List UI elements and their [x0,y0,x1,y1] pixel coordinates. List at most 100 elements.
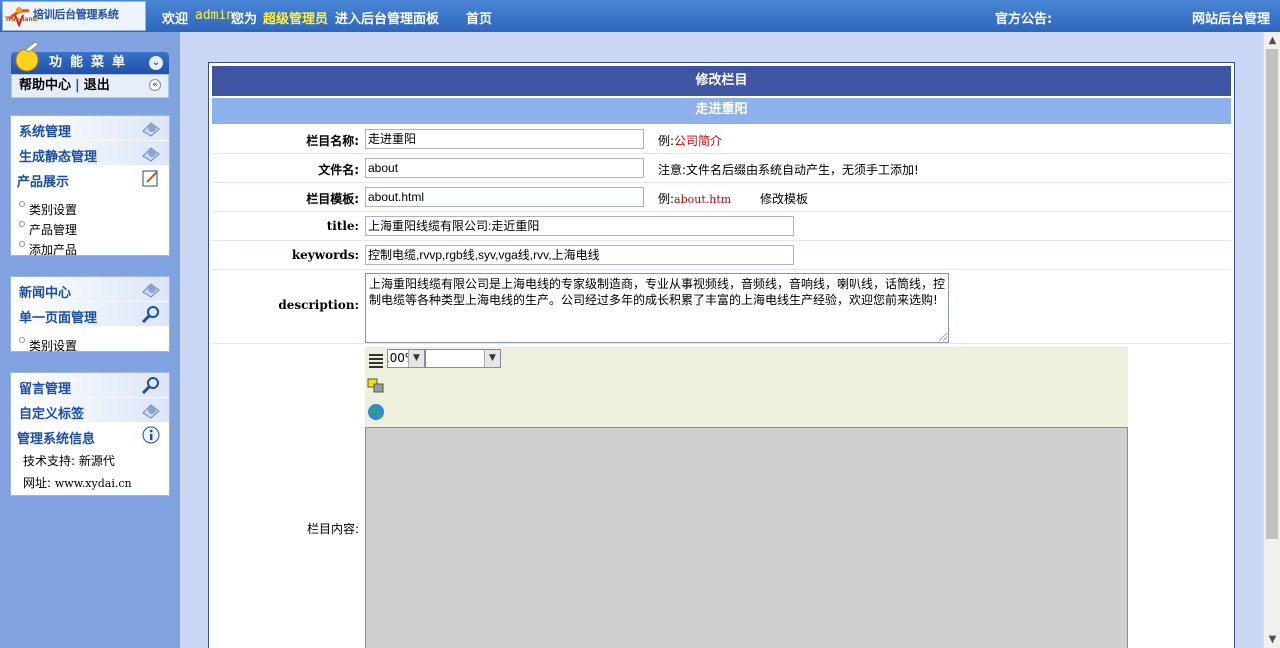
sidebar-item-label: 管理系统信息 [17,432,96,447]
scroll-down-icon[interactable]: ▼ [1264,631,1280,648]
title-label: title: [326,219,359,233]
editor-content-area[interactable] [365,427,1128,648]
sub-item-add-product[interactable]: 添加产品 [11,237,169,257]
bullet-icon [19,241,25,247]
column-name-label: 栏目名称: [306,134,359,148]
sub-item-product-manage[interactable]: 产品管理 [11,217,169,237]
sidebar-item-label: 自定义标签 [19,407,85,422]
file-name-label: 文件名: [318,163,359,177]
description-label: description: [278,298,359,312]
menu-group-misc: 留言管理 自定义标签 管理系统信息 技术支持: 新源代 网址: www.xyda… [10,372,170,496]
help-logout-bar: 帮助中心 | 退出 [11,74,169,98]
help-link[interactable]: 帮助中心 [19,78,71,93]
chevron-down-icon[interactable]: ⌄ [149,56,163,70]
zoom-select[interactable]: 100% ▼ [387,349,425,368]
scroll-thumb[interactable] [1266,49,1278,539]
welcome-text: 欢迎 [162,12,189,27]
logo[interactable]: True-land 培训后台管理系统 [2,1,146,31]
row-title: title: 上海重阳线缆有限公司:走近重阳 [212,212,1231,241]
hint-example: about.htm [674,193,732,206]
resize-grip-icon[interactable] [939,333,947,341]
username: admin [195,8,235,23]
menu-header: 功能菜单 ⌄ 帮助中心 | 退出 « [11,41,169,106]
gear-icon [142,404,160,419]
search-icon [141,377,159,395]
notice-label: 官方公告: [995,12,1053,27]
panel-subtitle: 走进重阳 [212,98,1231,124]
gear-icon [142,283,160,298]
bullet-icon [19,337,25,343]
globe-icon[interactable] [367,403,385,421]
description-textarea[interactable]: 上海重阳线缆有限公司是上海电线的专家级制造商，专业从事视频线，音频线，音响线，喇… [365,273,949,343]
separator: | [75,78,80,93]
row-keywords: keywords: 控制电缆,rvvp,rgb线,syv,vga线,rvv,上海… [212,241,1231,270]
template-input[interactable]: about.html [365,187,644,207]
hint-prefix: 例: [658,192,675,206]
sidebar-item-label: 单一页面管理 [19,311,98,326]
sidebar-item-static[interactable]: 生成静态管理 [11,141,169,166]
website-url[interactable]: www.xydai.cn [55,477,132,490]
title-input[interactable]: 上海重阳线缆有限公司:走近重阳 [365,216,794,236]
chevron-down-icon: ▼ [484,350,500,367]
tech-support: 技术支持: 新源代 [23,454,115,468]
info-icon [142,426,160,444]
menu-group-news: 新闻中心 单一页面管理 类别设置 [10,276,170,353]
sub-item-category[interactable]: 类别设置 [11,197,169,217]
table-icon[interactable] [367,377,385,395]
user-role: 超级管理员 [263,12,329,27]
sub-item-label: 产品管理 [29,223,78,237]
panel-title: 修改栏目 [212,66,1231,96]
sidebar-item-messages[interactable]: 留言管理 [11,373,169,398]
sidebar-item-label: 生成静态管理 [19,150,98,165]
content-label: 栏目内容: [306,522,359,536]
sidebar-item-label: 产品展示 [17,175,70,190]
column-name-input[interactable]: 走进重阳 [365,129,644,149]
row-template: 栏目模板: about.html 例:about.htm 修改模板 [212,183,1231,212]
rich-text-editor: 100% ▼ ▼ [365,347,1128,648]
sidebar-item-system[interactable]: 系统管理 [11,116,169,141]
edit-icon [142,170,158,187]
keywords-input[interactable]: 控制电缆,rvvp,rgb线,syv,vga线,rvv,上海电线 [365,245,794,265]
website-label: 网址: [23,476,55,490]
hint-example: 公司简介 [674,134,723,148]
sidebar-item-custom-tags[interactable]: 自定义标签 [11,398,169,423]
row-content: 栏目内容: 100% ▼ ▼ [212,344,1231,648]
sub-item-category-2[interactable]: 类别设置 [11,333,169,353]
home-link[interactable]: 首页 [466,8,492,27]
bullet-icon [19,201,25,207]
logout-link[interactable]: 退出 [84,78,110,93]
menu-group-system: 系统管理 生成静态管理 产品展示 类别设置 产品管理 添加产品 [10,115,170,257]
row-column-name: 栏目名称: 走进重阳 例:公司简介 [212,125,1231,154]
row-file-name: 文件名: about 注意:文件名后缀由系统自动产生，无须手工添加! [212,154,1231,183]
sidebar-item-products[interactable]: 产品展示 [11,166,169,191]
hint-prefix: 例: [658,134,675,148]
edit-template-link[interactable]: 修改模板 [760,190,808,207]
align-icon[interactable] [367,351,385,369]
vertical-scrollbar[interactable]: ▲ ▼ [1263,32,1280,648]
top-bar: True-land 培训后台管理系统 欢迎 admin 您为 超级管理员 进入后… [0,0,1280,32]
scroll-up-icon[interactable]: ▲ [1264,32,1280,49]
sub-item-label: 添加产品 [29,243,78,257]
website-line: 网址: www.xydai.cn [23,472,169,495]
menu-title: 功能菜单 [49,55,134,70]
sidebar-item-news[interactable]: 新闻中心 [11,277,169,302]
search-icon [141,306,159,324]
sidebar-item-system-info[interactable]: 管理系统信息 [11,423,169,448]
file-name-input[interactable]: about [365,158,644,178]
sidebar-item-label: 留言管理 [19,382,72,397]
keywords-label: keywords: [291,248,359,262]
sub-item-label: 类别设置 [29,203,78,217]
format-select[interactable]: ▼ [425,349,501,368]
system-info: 技术支持: 新源代 网址: www.xydai.cn [11,448,169,495]
bulb-icon [15,41,40,72]
template-hint: 例:about.htm [658,190,731,207]
site-admin-link[interactable]: 网站后台管理 [1192,8,1270,27]
sidebar-item-single-page[interactable]: 单一页面管理 [11,302,169,327]
admin-panel-link[interactable]: 进入后台管理面板 [335,8,439,27]
template-label: 栏目模板: [306,192,359,206]
sidebar-item-label: 新闻中心 [19,286,72,301]
collapse-icon[interactable]: « [149,79,161,91]
editor-toolbar: 100% ▼ ▼ [365,347,1128,427]
column-name-hint: 例:公司简介 [658,132,722,149]
chevron-down-icon: ▼ [408,350,424,367]
